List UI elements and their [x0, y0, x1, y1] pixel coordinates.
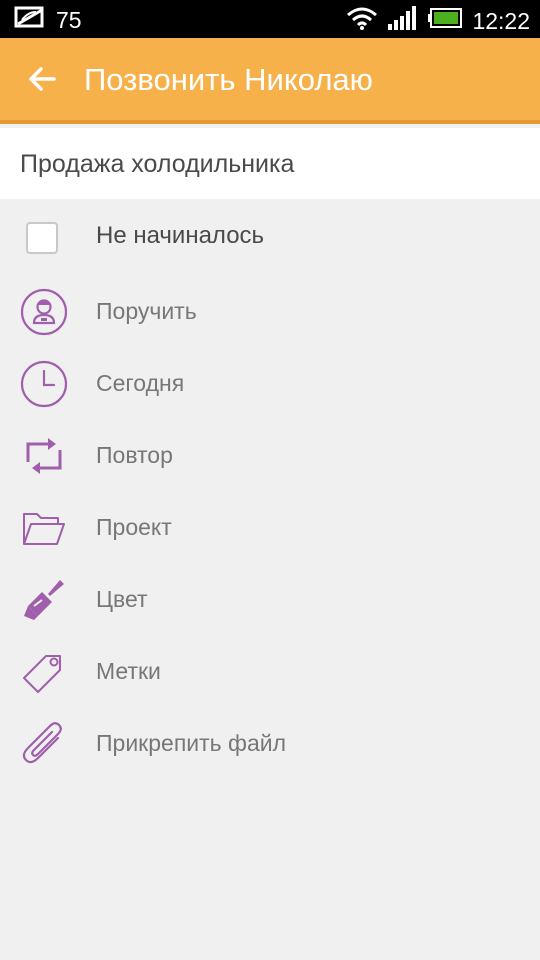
task-title: Продажа холодильника: [20, 150, 295, 178]
repeat-row[interactable]: Повтор: [0, 420, 540, 492]
tag-icon: [20, 648, 68, 696]
project-label: Проект: [96, 514, 172, 540]
tags-label: Метки: [96, 658, 161, 684]
app-bar: Позвонить Николаю: [0, 38, 540, 124]
paperclip-icon: [20, 720, 68, 768]
folder-icon: [20, 504, 68, 552]
signal-icon: [388, 6, 418, 35]
status-checkbox[interactable]: [26, 222, 58, 254]
paint-brush-icon: [20, 576, 68, 624]
page-title: Позвонить Николаю: [84, 62, 373, 97]
today-label: Сегодня: [96, 370, 185, 396]
status-bar: 75 12:22: [0, 0, 540, 38]
repeat-label: Повтор: [96, 442, 173, 468]
task-header[interactable]: Продажа холодильника: [0, 128, 540, 199]
tags-row[interactable]: Метки: [0, 636, 540, 708]
today-row[interactable]: Сегодня: [0, 348, 540, 420]
back-arrow-icon[interactable]: [28, 65, 56, 93]
clock-icon: [20, 360, 68, 408]
status-label: Не начиналось: [96, 222, 265, 249]
status-bar-right: 12:22: [346, 6, 530, 35]
battery-icon: [428, 8, 463, 33]
project-row[interactable]: Проект: [0, 492, 540, 564]
assign-row[interactable]: Поручить: [0, 276, 540, 348]
notification-icon: [14, 6, 48, 33]
status-row[interactable]: Не начиналось: [0, 201, 540, 273]
repeat-icon: [20, 432, 68, 480]
wifi-icon: [346, 6, 378, 35]
status-bar-left: 75: [14, 6, 82, 33]
attach-file-label: Прикрепить файл: [96, 730, 287, 756]
attach-file-row[interactable]: Прикрепить файл: [0, 708, 540, 780]
color-label: Цвет: [96, 586, 148, 612]
assign-label: Поручить: [96, 298, 197, 324]
assign-person-icon: [20, 288, 68, 336]
color-row[interactable]: Цвет: [0, 564, 540, 636]
notification-count: 75: [56, 6, 82, 33]
clock-time: 12:22: [472, 7, 530, 34]
